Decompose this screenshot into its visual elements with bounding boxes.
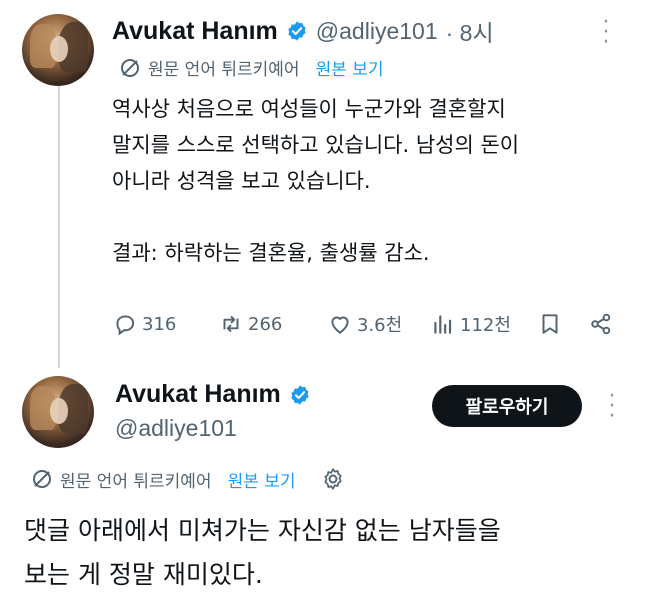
tweet1-header: Avukat Hanım @adliye101 · 8시 [112, 14, 494, 48]
share-icon [591, 313, 611, 335]
bookmark-icon [542, 314, 558, 334]
thread-line [58, 86, 60, 368]
more-icon[interactable]: · · · [604, 386, 620, 428]
verified-icon [288, 21, 306, 41]
gear-icon[interactable] [320, 466, 346, 492]
show-original-link[interactable]: 원본 보기 [316, 55, 384, 80]
like-button[interactable]: 3.6천 [327, 311, 402, 337]
tweet-line: 역사상 처음으로 여성들이 누군가와 결혼할지 [112, 97, 506, 121]
author-name[interactable]: Avukat Hanım [115, 380, 281, 409]
avatar[interactable] [22, 376, 94, 448]
tweet-line: 말지를 스스로 선택하고 있습니다. 남성의 돈이 [112, 133, 520, 157]
views-count: 112천 [460, 315, 511, 336]
tweet-line [112, 199, 632, 235]
reply-icon [116, 315, 135, 336]
tweet1-body: 역사상 처음으로 여성들이 누군가와 결혼할지 말지를 스스로 선택하고 있습니… [112, 91, 632, 271]
tweet2-body: 댓글 아래에서 미쳐가는 자신감 없는 남자들을 보는 게 정말 재미있다. [24, 509, 624, 597]
reply-button[interactable]: 316 [112, 311, 176, 337]
translate-label: 원문 언어 튀르키예어 [60, 471, 212, 492]
tweet-line: 아니라 성격을 보고 있습니다. [112, 169, 371, 193]
bookmark-button[interactable] [537, 311, 563, 341]
share-button[interactable] [588, 311, 614, 341]
show-original-link[interactable]: 원본 보기 [228, 467, 296, 492]
translate-icon [121, 58, 139, 77]
follow-button[interactable]: 팔로우하기 [432, 385, 582, 427]
like-count: 3.6천 [357, 315, 403, 336]
retweet-button[interactable]: 266 [218, 311, 282, 337]
views-button[interactable]: 112천 [430, 311, 511, 337]
tweet-line: 결과: 하락하는 결혼율, 출생률 감소. [112, 241, 430, 265]
translate-row: 원문 언어 튀르키예어 원본 보기 [118, 55, 384, 80]
views-icon [434, 315, 452, 334]
author-handle[interactable]: @adliye101 [115, 415, 237, 442]
tweet2-header: Avukat Hanım [115, 380, 311, 409]
author-name[interactable]: Avukat Hanım [112, 17, 278, 46]
retweet-count: 266 [248, 313, 283, 335]
retweet-icon [223, 315, 239, 333]
avatar[interactable] [22, 14, 94, 86]
translate-label: 원문 언어 튀르키예어 [148, 60, 300, 80]
post-time[interactable]: · 8시 [446, 14, 494, 48]
translate-row: 원문 언어 튀르키예어 원본 보기 [30, 466, 346, 492]
author-handle[interactable]: @adliye101 [316, 18, 438, 45]
verified-icon [291, 384, 309, 405]
tweet-line: 댓글 아래에서 미쳐가는 자신감 없는 남자들을 [24, 516, 501, 545]
more-icon[interactable]: · · · [598, 12, 614, 54]
tweet-line: 보는 게 정말 재미있다. [24, 560, 263, 589]
reply-count: 316 [142, 313, 177, 335]
like-icon [331, 316, 349, 334]
translate-icon [33, 470, 51, 488]
